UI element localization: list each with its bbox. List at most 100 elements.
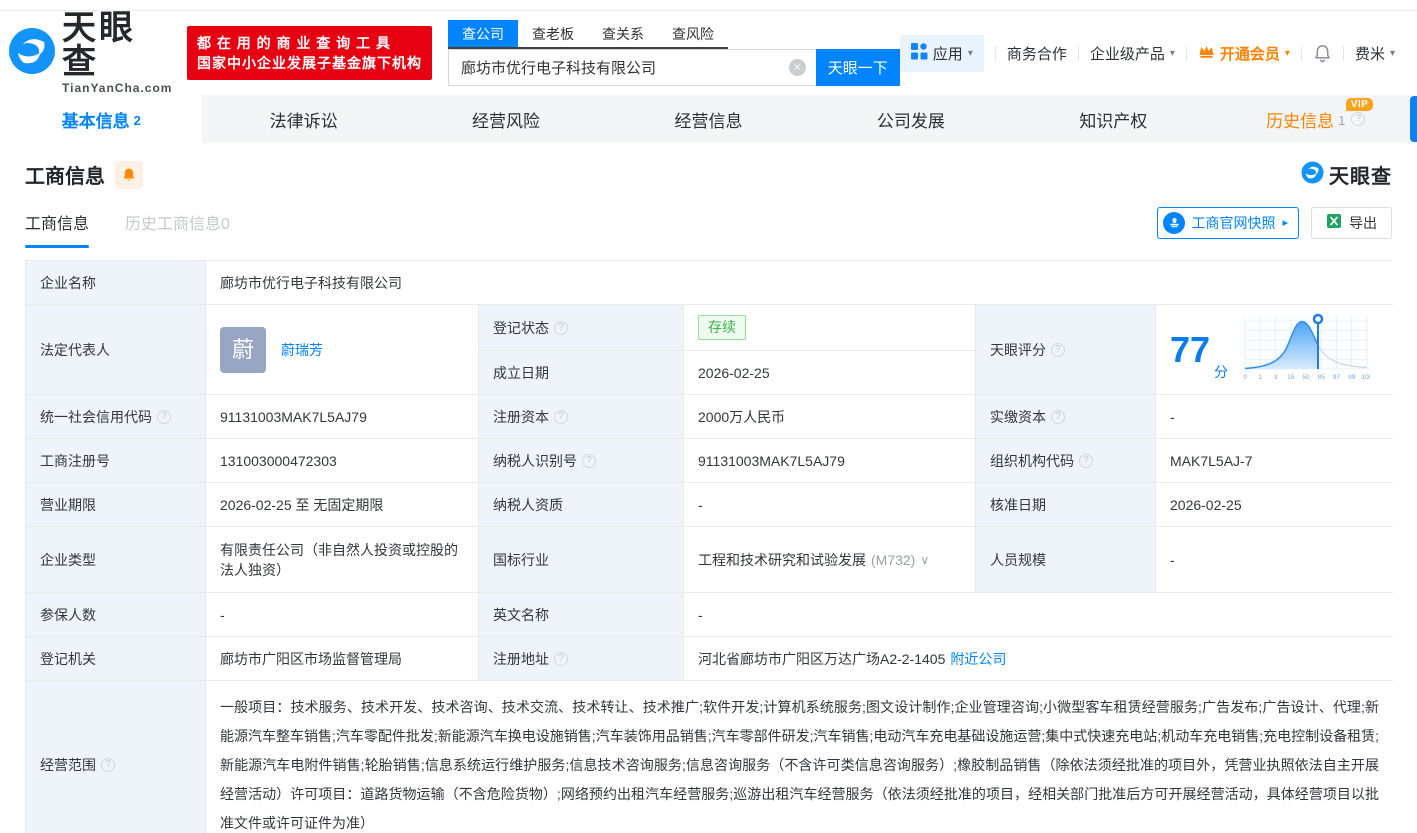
top-strip	[0, 0, 1417, 11]
section-title: 工商信息	[25, 160, 105, 189]
help-icon[interactable]: ?	[157, 410, 171, 424]
help-icon[interactable]: ?	[101, 758, 115, 772]
arrow-right-icon: ▸	[1282, 216, 1288, 229]
crown-icon	[1198, 44, 1215, 63]
tab-history-info[interactable]: VIP 历史信息 1 ?	[1215, 95, 1417, 143]
score-unit: 分	[1214, 362, 1228, 382]
field-value-industry: 工程和技术研究和试验发展 (M732) ∨	[684, 527, 976, 593]
search-input[interactable]	[448, 49, 816, 86]
nearby-companies-link[interactable]: 附近公司	[950, 649, 1006, 669]
svg-text:100: 100	[1362, 374, 1370, 381]
monitor-bell-icon[interactable]	[115, 161, 143, 189]
field-value-est-date: 2026-02-25	[684, 351, 976, 395]
nav-apps[interactable]: 应用 ▾	[900, 35, 984, 72]
caret-down-icon: ▾	[1285, 48, 1290, 59]
label-text: 经营范围	[40, 755, 96, 775]
tab-intellectual-property[interactable]: 知识产权	[1012, 95, 1214, 143]
tab-label: 知识产权	[1079, 107, 1147, 132]
field-value-business-term: 2026-02-25 至 无固定期限	[206, 483, 479, 527]
legal-rep-avatar[interactable]: 蔚	[220, 327, 266, 373]
field-label-taxpayer-id: 纳税人识别号 ?	[479, 439, 684, 483]
brand-name: 天眼查	[62, 11, 173, 79]
slogan-line1: 都 在 用 的 商 业 查 询 工 具	[197, 33, 422, 53]
tab-label: 基本信息	[62, 107, 130, 132]
status-badge: 存续	[698, 315, 746, 340]
tab-basic-info[interactable]: 基本信息 2	[0, 95, 202, 143]
field-label-english-name: 英文名称	[479, 593, 684, 637]
help-icon[interactable]: ?	[1051, 410, 1065, 424]
help-icon[interactable]: ?	[554, 652, 568, 666]
field-label-reg-status: 登记状态 ?	[479, 305, 684, 351]
svg-text:15: 15	[1287, 374, 1295, 381]
label-text: 纳税人识别号	[493, 451, 577, 471]
subtab-history-business-info[interactable]: 历史工商信息0	[125, 197, 230, 248]
label-text: 注册资本	[493, 407, 549, 427]
nav-open-vip[interactable]: 开通会员 ▾	[1198, 43, 1290, 64]
svg-text:50: 50	[1302, 374, 1310, 381]
search-tab-relation[interactable]: 查关系	[588, 20, 658, 47]
field-label-taxpayer-qualification: 纳税人资质	[479, 483, 684, 527]
field-value-company-type: 有限责任公司（非自然人投资或控股的法人独资）	[206, 527, 479, 593]
search-tab-company[interactable]: 查公司	[448, 20, 518, 47]
field-value-approval-date: 2026-02-25	[1156, 483, 1393, 527]
field-label-staff-size: 人员规模	[976, 527, 1156, 593]
field-value-insured-count: -	[206, 593, 479, 637]
tab-label: 历史信息	[1266, 107, 1334, 132]
tab-count: 1	[1338, 113, 1345, 128]
svg-text:97: 97	[1333, 374, 1341, 381]
tab-operation-risk[interactable]: 经营风险	[405, 95, 607, 143]
field-label-company-name: 企业名称	[26, 261, 206, 305]
search-area: 查公司 查老板 查关系 查风险 × 天眼一下	[448, 20, 900, 86]
label-text: 统一社会信用代码	[40, 407, 152, 427]
clear-icon[interactable]: ×	[789, 59, 806, 76]
header-nav: 应用 ▾ 商务合作 企业级产品 ▾ 开通会员 ▾	[900, 35, 1395, 72]
slogan-line2: 国家中小企业发展子基金旗下机构	[197, 53, 422, 73]
side-widget-handle[interactable]	[1410, 96, 1417, 142]
tab-company-development[interactable]: 公司发展	[810, 95, 1012, 143]
field-label-paid-capital: 实缴资本 ?	[976, 395, 1156, 439]
field-label-reg-authority: 登记机关	[26, 637, 206, 681]
field-label-reg-capital: 注册资本 ?	[479, 395, 684, 439]
help-icon[interactable]: ?	[554, 410, 568, 424]
field-value-reg-authority: 廊坊市广阳区市场监督管理局	[206, 637, 479, 681]
field-label-industry: 国标行业	[479, 527, 684, 593]
site-header: 天眼查 TianYanCha.com 都 在 用 的 商 业 查 询 工 具 国…	[0, 11, 1417, 95]
tab-label: 公司发展	[877, 107, 945, 132]
export-label: 导出	[1349, 213, 1377, 233]
subtab-business-info[interactable]: 工商信息	[25, 197, 89, 248]
chevron-down-icon[interactable]: ∨	[920, 550, 929, 570]
field-label-company-type: 企业类型	[26, 527, 206, 593]
tab-label: 经营风险	[472, 107, 540, 132]
export-button[interactable]: 导出	[1311, 207, 1392, 239]
help-icon[interactable]: ?	[554, 321, 568, 335]
search-button[interactable]: 天眼一下	[816, 49, 900, 86]
company-tabbar: 基本信息 2 法律诉讼 经营风险 经营信息 公司发展 知识产权 VIP 历史信息…	[0, 95, 1417, 143]
field-value-legal-rep: 蔚 蔚瑞芳	[206, 305, 479, 395]
tab-label: 经营信息	[674, 107, 742, 132]
subtab-row: 工商信息 历史工商信息0 工商官网快照 ▸	[25, 197, 1392, 248]
tab-legal-litigation[interactable]: 法律诉讼	[202, 95, 404, 143]
help-icon[interactable]: ?	[1051, 343, 1065, 357]
divider	[1301, 46, 1302, 61]
official-snapshot-button[interactable]: 工商官网快照 ▸	[1157, 207, 1299, 239]
label-text: 登记状态	[493, 318, 549, 338]
notification-bell-icon[interactable]	[1313, 44, 1332, 63]
legal-rep-link[interactable]: 蔚瑞芳	[281, 340, 323, 360]
nav-user[interactable]: 费米 ▾	[1355, 43, 1395, 64]
label-text: 天眼评分	[990, 340, 1046, 360]
help-icon[interactable]: ?	[1351, 112, 1365, 126]
svg-text:85: 85	[1318, 374, 1326, 381]
search-tab-boss[interactable]: 查老板	[518, 20, 588, 47]
svg-text:3: 3	[1274, 374, 1278, 381]
field-label-credit-code: 统一社会信用代码 ?	[26, 395, 206, 439]
field-value-score: 77 分	[1156, 305, 1393, 395]
help-icon[interactable]: ?	[582, 454, 596, 468]
tab-operation-info[interactable]: 经营信息	[607, 95, 809, 143]
nav-cooperation[interactable]: 商务合作	[1007, 43, 1067, 64]
field-value-reg-address: 河北省廊坊市广阳区万达广场A2-2-1405 附近公司	[684, 637, 1393, 681]
site-logo[interactable]: 天眼查 TianYanCha.com	[8, 11, 173, 95]
nav-enterprise-products[interactable]: 企业级产品 ▾	[1090, 43, 1175, 64]
search-tab-risk[interactable]: 查风险	[658, 20, 728, 47]
field-value-reg-status: 存续	[684, 305, 976, 351]
help-icon[interactable]: ?	[1079, 454, 1093, 468]
